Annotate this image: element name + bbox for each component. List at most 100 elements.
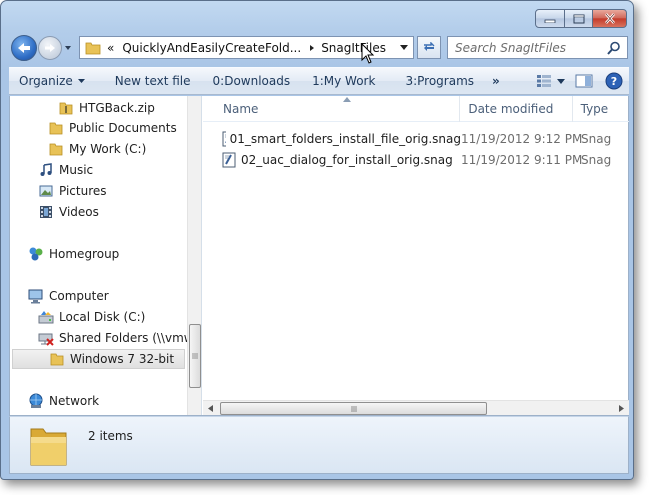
nav-item-label: Network bbox=[49, 394, 100, 408]
sort-ascending-icon bbox=[343, 97, 351, 102]
music-library-icon bbox=[38, 162, 54, 178]
nav-item-windows-7-32-bit[interactable]: Windows 7 32-bit bbox=[12, 349, 185, 369]
scroll-right-button[interactable] bbox=[614, 401, 629, 415]
search-box[interactable] bbox=[447, 36, 628, 59]
nav-item-label: HTGBack.zip bbox=[79, 101, 155, 115]
column-headers: Name Date modified Type bbox=[203, 96, 629, 122]
computer-icon bbox=[28, 288, 44, 304]
chevron-down-icon bbox=[400, 44, 408, 50]
search-input[interactable] bbox=[455, 40, 605, 55]
file-list-horizontal-scrollbar[interactable] bbox=[203, 400, 629, 415]
column-header-type[interactable]: Type bbox=[573, 96, 629, 122]
folder-icon bbox=[48, 141, 64, 157]
organize-label: Organize bbox=[19, 74, 73, 88]
close-button[interactable] bbox=[593, 9, 627, 28]
more-commands-button[interactable]: » bbox=[483, 68, 509, 94]
navigation-pane-scroll-thumb[interactable] bbox=[189, 324, 201, 388]
help-button[interactable]: ? bbox=[605, 72, 623, 90]
back-button[interactable] bbox=[11, 35, 37, 61]
file-name: 01_smart_folders_install_file_orig.snag bbox=[229, 132, 461, 146]
view-controls: ? bbox=[536, 68, 623, 94]
favorite-my-work-button[interactable]: 1:My Work bbox=[303, 68, 384, 94]
file-row[interactable]: 02_uac_dialog_for_install_orig.snag 11/1… bbox=[221, 150, 611, 170]
homegroup-icon bbox=[28, 246, 44, 262]
snag-file-icon bbox=[222, 131, 226, 147]
nav-item-label: Computer bbox=[49, 289, 109, 303]
details-pane: 2 items bbox=[9, 416, 629, 474]
column-header-label: Type bbox=[580, 102, 609, 116]
help-icon: ? bbox=[605, 72, 623, 90]
address-overflow[interactable]: « bbox=[107, 41, 114, 55]
folder-icon bbox=[85, 42, 101, 54]
nav-item-videos[interactable]: Videos bbox=[38, 202, 99, 222]
view-details-icon bbox=[537, 75, 551, 87]
search-icon[interactable] bbox=[607, 41, 621, 55]
minimize-icon bbox=[544, 19, 556, 23]
refresh-button[interactable] bbox=[417, 36, 441, 59]
nav-item-label: Homegroup bbox=[49, 247, 120, 261]
videos-library-icon bbox=[38, 204, 54, 220]
maximize-button[interactable] bbox=[565, 9, 593, 28]
zip-folder-icon bbox=[58, 100, 74, 116]
breadcrumb-separator-icon[interactable] bbox=[307, 43, 317, 53]
caption-buttons bbox=[535, 9, 627, 28]
network-drive-disconnected-icon bbox=[38, 330, 54, 346]
file-date: 11/19/2012 9:11 PM bbox=[461, 153, 583, 167]
recent-pages-chevron-icon[interactable] bbox=[64, 44, 72, 52]
chevron-left-icon bbox=[208, 405, 213, 412]
favorite-programs-button[interactable]: 3:Programs bbox=[396, 68, 483, 94]
folder-icon bbox=[48, 120, 64, 136]
svg-text:?: ? bbox=[611, 75, 617, 88]
file-list-scroll-thumb[interactable] bbox=[220, 402, 487, 415]
minimize-button[interactable] bbox=[535, 9, 565, 28]
nav-item-label: Music bbox=[59, 163, 94, 177]
nav-item-computer[interactable]: Computer bbox=[28, 286, 109, 306]
chevron-right-icon bbox=[619, 405, 624, 412]
navigation-buttons bbox=[11, 35, 72, 61]
nav-item-label: Pictures bbox=[59, 184, 107, 198]
back-arrow-icon bbox=[18, 43, 30, 53]
new-text-file-button[interactable]: New text file bbox=[106, 68, 200, 94]
grip-icon bbox=[192, 353, 198, 359]
preview-pane-icon bbox=[575, 74, 593, 88]
column-header-label: Date modified bbox=[468, 102, 554, 116]
nav-item-shared-folders[interactable]: Shared Folders (\\vmwa bbox=[38, 328, 201, 348]
nav-item-label: My Work (C:) bbox=[69, 142, 147, 156]
nav-item-homegroup[interactable]: Homegroup bbox=[28, 244, 119, 264]
nav-item-label: Shared Folders (\\vmwa bbox=[59, 331, 201, 345]
nav-item-local-disk[interactable]: Local Disk (C:) bbox=[38, 307, 145, 327]
nav-item-public-documents[interactable]: Public Documents bbox=[48, 118, 177, 138]
nav-item-pictures[interactable]: Pictures bbox=[38, 181, 107, 201]
favorite-downloads-button[interactable]: 0:Downloads bbox=[204, 68, 300, 94]
nav-item-music[interactable]: Music bbox=[38, 160, 93, 180]
navigation-pane-scrollbar[interactable] bbox=[187, 96, 201, 415]
nav-item-label: Local Disk (C:) bbox=[59, 310, 146, 324]
column-header-name[interactable]: Name bbox=[203, 96, 461, 122]
nav-item-htgback-zip[interactable]: HTGBack.zip bbox=[58, 98, 155, 118]
nav-item-my-work[interactable]: My Work (C:) bbox=[48, 139, 146, 159]
file-list: Name Date modified Type 01_smart_folders… bbox=[203, 96, 629, 415]
column-header-date-modified[interactable]: Date modified bbox=[460, 96, 573, 122]
nav-item-network[interactable]: Network bbox=[28, 391, 99, 411]
breadcrumb-current[interactable]: SnagItFiles bbox=[321, 41, 386, 55]
forward-arrow-icon bbox=[45, 44, 55, 52]
organize-menu-button[interactable]: Organize bbox=[9, 68, 94, 94]
preview-pane-button[interactable] bbox=[575, 74, 593, 88]
change-view-button[interactable] bbox=[536, 74, 565, 88]
file-row[interactable]: 01_smart_folders_install_file_orig.snag … bbox=[221, 129, 611, 149]
command-bar: Organize New text file 0:Downloads 1:My … bbox=[9, 67, 629, 95]
nav-item-label: Windows 7 32-bit bbox=[70, 352, 175, 366]
snag-file-icon bbox=[222, 152, 236, 168]
mouse-cursor-icon bbox=[361, 43, 375, 64]
drive-icon bbox=[38, 309, 54, 325]
folder-icon bbox=[49, 351, 65, 367]
file-name: 02_uac_dialog_for_install_orig.snag bbox=[241, 153, 453, 167]
close-icon bbox=[604, 13, 615, 24]
item-count: 2 items bbox=[88, 429, 133, 443]
chevron-down-icon bbox=[77, 79, 85, 83]
address-dropdown-button[interactable] bbox=[395, 37, 413, 58]
scroll-left-button[interactable] bbox=[203, 401, 218, 415]
forward-button[interactable] bbox=[38, 36, 62, 60]
breadcrumb-parent[interactable]: QuicklyAndEasilyCreateFold... bbox=[122, 41, 301, 55]
file-date: 11/19/2012 9:12 PM bbox=[461, 132, 583, 146]
